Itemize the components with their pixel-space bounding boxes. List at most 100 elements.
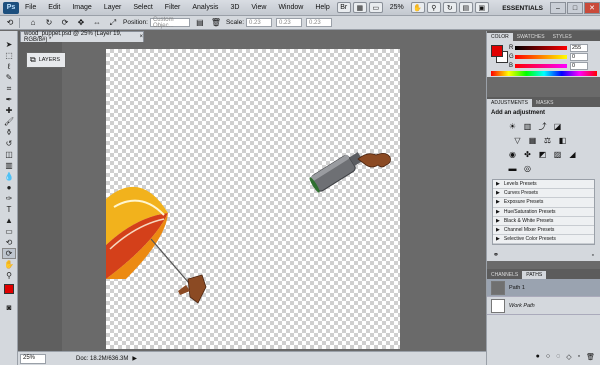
rotate-object-icon[interactable]: ↻: [43, 18, 55, 28]
slide-object-icon[interactable]: ⇔: [91, 18, 103, 28]
close-tab-icon[interactable]: ×: [139, 34, 143, 40]
workspace-switcher[interactable]: ESSENTIALS: [502, 5, 543, 12]
clone-stamp-tool-icon[interactable]: ⚱: [2, 127, 16, 138]
shape-tool-icon[interactable]: ▭: [2, 226, 16, 237]
delete-icon[interactable]: ▫: [592, 252, 594, 259]
black-white-icon[interactable]: ◧: [556, 134, 569, 146]
lasso-tool-icon[interactable]: ℓ: [2, 61, 16, 72]
clip-icon[interactable]: ⚭: [493, 251, 499, 259]
gradient-map-icon[interactable]: ▬: [506, 162, 519, 174]
posterize-icon[interactable]: ▨: [551, 148, 564, 160]
crop-tool-icon[interactable]: ⌗: [2, 83, 16, 94]
color-spectrum-bar[interactable]: [491, 71, 597, 76]
drag-object-icon[interactable]: ✥: [75, 18, 87, 28]
3d-camera-tool-icon[interactable]: ⟳: [2, 248, 16, 259]
path-row[interactable]: Work Path: [487, 297, 600, 316]
preset-item[interactable]: ▶ Exposure Presets: [493, 198, 594, 208]
foreground-color-chip[interactable]: [491, 45, 503, 57]
brightness-contrast-icon[interactable]: ☀: [506, 120, 519, 132]
tab-swatches[interactable]: SWATCHES: [513, 33, 549, 41]
document-size-info[interactable]: Doc: 18.2M/636.3M: [76, 356, 128, 362]
foreground-color-swatch[interactable]: [4, 284, 14, 294]
new-path-icon[interactable]: ▫: [578, 353, 580, 363]
position-select[interactable]: Custom Objec...: [149, 17, 190, 29]
stroke-path-icon[interactable]: ○: [546, 353, 550, 363]
blue-value-field[interactable]: 0: [570, 62, 588, 70]
preset-item[interactable]: ▶ Channel Mixer Presets: [493, 226, 594, 236]
invert-icon[interactable]: ◩: [536, 148, 549, 160]
make-work-path-icon[interactable]: ◇: [566, 353, 571, 363]
exposure-icon[interactable]: ◪: [551, 120, 564, 132]
delete-path-icon[interactable]: 🗑: [586, 353, 595, 363]
menu-layer[interactable]: Layer: [98, 4, 128, 11]
tab-paths[interactable]: PATHS: [522, 271, 547, 280]
menu-file[interactable]: File: [19, 4, 42, 11]
healing-brush-tool-icon[interactable]: ✚: [2, 105, 16, 116]
marquee-tool-icon[interactable]: ⬚: [2, 50, 16, 61]
blue-slider[interactable]: [515, 64, 567, 68]
curves-icon[interactable]: ⤴: [536, 120, 549, 132]
3d-rotate-tool-icon[interactable]: ⟲: [4, 18, 16, 28]
menu-view[interactable]: View: [245, 4, 272, 11]
tab-masks[interactable]: MASKS: [532, 99, 558, 107]
arrange-documents-icon[interactable]: ▤: [458, 2, 473, 13]
extras-button[interactable]: ▭: [368, 2, 383, 13]
3d-object-rotate-tool-icon[interactable]: ⟲: [2, 237, 16, 248]
menu-help[interactable]: Help: [309, 4, 335, 11]
zoom-select[interactable]: 25%: [390, 4, 404, 11]
gradient-tool-icon[interactable]: ▥: [2, 160, 16, 171]
layers-panel-button[interactable]: ⧉ LAYERS: [26, 52, 66, 68]
green-slider[interactable]: [515, 55, 567, 59]
status-menu-arrow-icon[interactable]: ▶: [132, 355, 137, 362]
move-tool-icon[interactable]: ➤: [2, 39, 16, 50]
path-select-tool-icon[interactable]: ▲: [2, 215, 16, 226]
eraser-tool-icon[interactable]: ◫: [2, 149, 16, 160]
eyedropper-tool-icon[interactable]: ✒: [2, 94, 16, 105]
save-position-icon[interactable]: ▤: [194, 18, 206, 28]
preset-item[interactable]: ▶ Curves Presets: [493, 189, 594, 199]
close-button[interactable]: ✕: [584, 2, 600, 14]
preset-item[interactable]: ▶ Hue/Saturation Presets: [493, 208, 594, 217]
dodge-tool-icon[interactable]: ●: [2, 182, 16, 193]
history-brush-tool-icon[interactable]: ↺: [2, 138, 16, 149]
red-slider[interactable]: [515, 46, 567, 50]
menu-select[interactable]: Select: [127, 4, 158, 11]
tab-channels[interactable]: CHANNELS: [487, 271, 522, 279]
menu-edit[interactable]: Edit: [42, 4, 66, 11]
channel-mixer-icon[interactable]: ✤: [521, 148, 534, 160]
document-canvas[interactable]: [106, 49, 400, 349]
scale-y-field[interactable]: 0.23: [276, 18, 303, 27]
color-balance-icon[interactable]: ⚖: [541, 134, 554, 146]
quick-mask-icon[interactable]: ◙: [2, 302, 16, 313]
red-value-field[interactable]: 255: [570, 44, 588, 52]
roll-object-icon[interactable]: ⟳: [59, 18, 71, 28]
tab-styles[interactable]: STYLES: [549, 33, 576, 41]
zoom-tool-icon[interactable]: ⚲: [426, 2, 441, 13]
pen-tool-icon[interactable]: ✑: [2, 193, 16, 204]
scale-z-field[interactable]: 0.23: [306, 18, 333, 27]
minimize-button[interactable]: –: [550, 2, 566, 14]
minibridge-button[interactable]: ▦: [352, 2, 367, 13]
menu-analysis[interactable]: Analysis: [186, 4, 224, 11]
zoom-tool-icon[interactable]: ⚲: [2, 270, 16, 281]
green-value-field[interactable]: 0: [570, 53, 588, 61]
preset-item[interactable]: ▶ Black & White Presets: [493, 217, 594, 226]
menu-3d[interactable]: 3D: [224, 4, 245, 11]
selective-color-icon[interactable]: ◎: [521, 162, 534, 174]
fill-path-icon[interactable]: ●: [536, 353, 540, 363]
tab-color[interactable]: COLOR: [487, 33, 513, 41]
scale-object-icon[interactable]: ⤢: [107, 18, 119, 28]
blur-tool-icon[interactable]: 💧: [2, 171, 16, 182]
quick-select-tool-icon[interactable]: ✎: [2, 72, 16, 83]
levels-icon[interactable]: ▥: [521, 120, 534, 132]
maximize-button[interactable]: □: [567, 2, 583, 14]
status-zoom-field[interactable]: 25%: [20, 353, 46, 364]
delete-position-icon[interactable]: 🗑: [210, 18, 222, 28]
menu-filter[interactable]: Filter: [159, 4, 187, 11]
preset-item[interactable]: ▶ Selective Color Presets: [493, 235, 594, 245]
threshold-icon[interactable]: ◢: [566, 148, 579, 160]
bridge-button[interactable]: Br: [336, 2, 351, 13]
return-to-initial-icon[interactable]: ⌂: [27, 18, 39, 28]
brush-tool-icon[interactable]: 🖌: [2, 116, 16, 127]
path-row[interactable]: Path 1: [487, 279, 600, 298]
